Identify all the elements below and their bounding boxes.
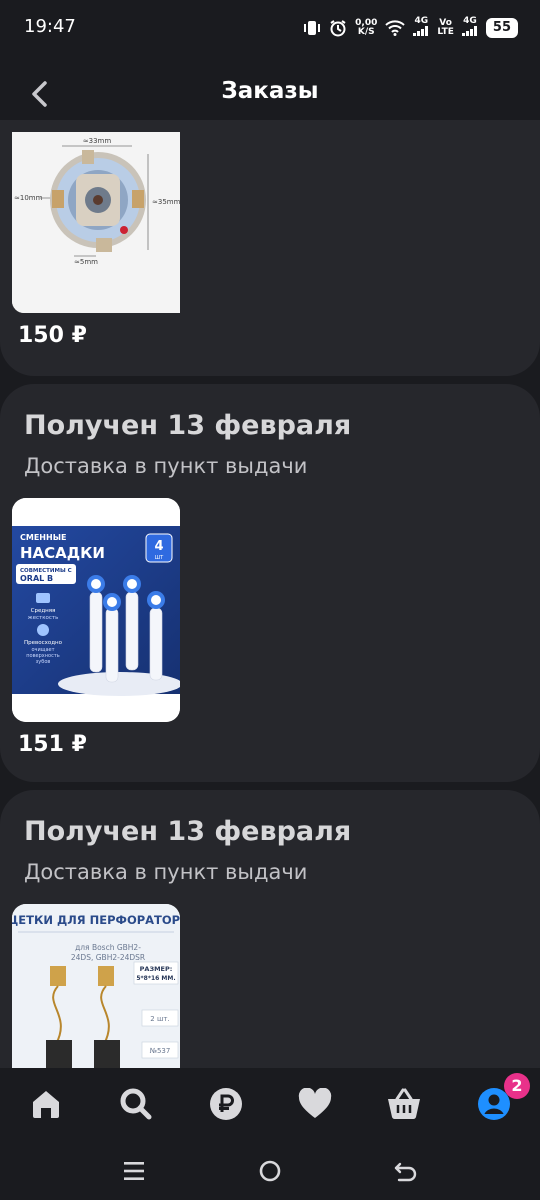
- network-4g-2-label: 4G: [463, 16, 477, 26]
- status-icons: 0,00 K/S 4G Vo LTE 4G 55: [303, 14, 518, 42]
- wifi-icon: [385, 20, 406, 36]
- product-image-motor[interactable]: ≈33mm ≈35mm ≈10mm ≈5mm: [12, 132, 180, 313]
- image-size-value: 5*8*16 ММ.: [136, 975, 175, 982]
- basket-icon: [388, 1088, 420, 1120]
- home-circle-icon: [259, 1160, 281, 1182]
- net-speed: 0,00 K/S: [355, 19, 377, 37]
- motor-diagram: ≈33mm ≈35mm ≈10mm ≈5mm: [12, 132, 180, 313]
- feature1-line2: жесткость: [28, 615, 59, 621]
- image-num: №537: [150, 1047, 171, 1055]
- image-sub1: для Bosch GBH2-: [75, 943, 141, 952]
- search-icon: [120, 1088, 152, 1120]
- system-home-button[interactable]: [252, 1154, 288, 1188]
- nav-search[interactable]: [116, 1084, 156, 1124]
- order-status: Получен 13 февраля: [24, 410, 352, 441]
- battery-indicator: 55: [485, 18, 518, 38]
- order-card[interactable]: ≈33mm ≈35mm ≈10mm ≈5mm 150 ₽: [0, 120, 540, 376]
- product-image-carbon-brushes[interactable]: ЩЕТКИ ДЛЯ ПЕРФОРАТОРА для Bosch GBH2- 24…: [12, 904, 180, 1068]
- image-count-unit: ШТ: [155, 555, 164, 561]
- network-4g-1-label: 4G: [414, 16, 429, 26]
- vibrate-icon: [303, 19, 321, 37]
- order-delivery-type: Доставка в пункт выдачи: [24, 860, 308, 884]
- nav-home[interactable]: [26, 1084, 66, 1124]
- status-time: 19:47: [24, 16, 76, 37]
- order-card[interactable]: Получен 13 февраля Доставка в пункт выда…: [0, 384, 540, 782]
- order-status: Получен 13 февраля: [24, 816, 352, 847]
- image-text-line1: СМЕННЫЕ: [20, 533, 66, 542]
- volte-bottom: LTE: [437, 27, 454, 37]
- menu-icon: [124, 1162, 144, 1180]
- order-price: 151 ₽: [18, 732, 87, 757]
- profile-notification-badge: 2: [504, 1073, 530, 1099]
- image-count: 4: [154, 539, 163, 554]
- nav-favorites[interactable]: [295, 1084, 335, 1124]
- order-card[interactable]: Получен 13 февраля Доставка в пункт выда…: [0, 790, 540, 1068]
- nav-cart[interactable]: [384, 1084, 424, 1124]
- feature2-line1: Превосходно: [24, 640, 63, 646]
- feature2-line4: зубов: [36, 659, 51, 665]
- order-price: 150 ₽: [18, 323, 87, 348]
- recent-apps-button[interactable]: [116, 1154, 152, 1188]
- orders-list[interactable]: ≈33mm ≈35mm ≈10mm ≈5mm 150 ₽ Получен 13 …: [0, 120, 540, 1068]
- image-title: ЩЕТКИ ДЛЯ ПЕРФОРАТОРА: [12, 913, 180, 927]
- ruble-icon: [210, 1088, 242, 1120]
- image-compat-line2: ORAL B: [20, 574, 53, 583]
- system-back-button[interactable]: [388, 1154, 424, 1188]
- system-navigation-bar: [0, 1140, 540, 1200]
- page-title: Заказы: [221, 78, 319, 104]
- image-qty: 2 шт.: [150, 1015, 169, 1023]
- signal-bars-icon: [461, 26, 477, 36]
- nav-finance[interactable]: [206, 1084, 246, 1124]
- back-arrow-icon: [394, 1162, 417, 1182]
- bottom-navigation: [0, 1068, 540, 1140]
- network-4g-1: 4G: [413, 17, 429, 39]
- status-bar: 19:47 0,00 K/S 4G Vo LTE 4G 55: [0, 0, 540, 56]
- toothbrush-heads-image: СМЕННЫЕ НАСАДКИ 4 ШТ СОВМЕСТИМЫ С ORAL B…: [12, 498, 180, 722]
- signal-bars-icon: [413, 26, 429, 36]
- image-text-line2: НАСАДКИ: [20, 544, 105, 562]
- order-delivery-type: Доставка в пункт выдачи: [24, 454, 308, 478]
- product-image-toothbrush-heads[interactable]: СМЕННЫЕ НАСАДКИ 4 ШТ СОВМЕСТИМЫ С ORAL B…: [12, 498, 180, 722]
- dim-width-label: ≈33mm: [83, 137, 112, 145]
- dim-height-label: ≈35mm: [152, 198, 180, 206]
- heart-icon: [298, 1088, 332, 1118]
- image-size-label: РАЗМЕР:: [140, 965, 173, 973]
- carbon-brushes-image: ЩЕТКИ ДЛЯ ПЕРФОРАТОРА для Bosch GBH2- 24…: [12, 904, 180, 1068]
- alarm-icon: [329, 19, 347, 37]
- net-speed-unit: K/S: [357, 27, 375, 37]
- volte-indicator: Vo LTE: [437, 19, 454, 37]
- dim-bottom-label: ≈5mm: [74, 258, 98, 266]
- feature1-line1: Средняя: [31, 608, 56, 614]
- network-4g-2: 4G: [461, 16, 478, 39]
- home-icon: [33, 1091, 59, 1118]
- dim-left-label: ≈10mm: [14, 194, 43, 202]
- image-sub2: 24DS, GBH2-24DSR: [71, 953, 145, 962]
